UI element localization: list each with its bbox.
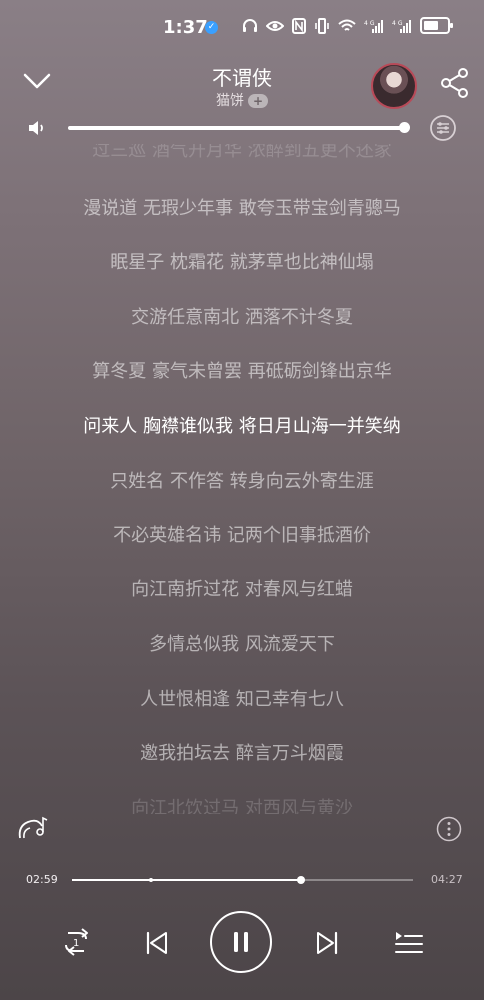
lyric-line[interactable]: 人世恨相逢 知己幸有七八 xyxy=(0,685,484,711)
lyrics-panel[interactable]: 过三巡 酒气开月华 浓醉到五更不还家 漫说道 无瑕少年事 敢夸玉带宝剑青骢马 眠… xyxy=(0,144,484,814)
artist-avatar[interactable] xyxy=(371,63,417,109)
repeat-one-icon[interactable]: 1 xyxy=(60,927,92,957)
share-icon[interactable] xyxy=(438,66,472,100)
svg-text:4G: 4G xyxy=(364,20,376,27)
signal-4g-icon: 4G xyxy=(392,19,411,33)
pause-button[interactable] xyxy=(210,911,272,973)
artist-name[interactable]: 猫饼 xyxy=(216,93,244,109)
playlist-icon[interactable] xyxy=(394,929,424,957)
lyric-line[interactable]: 不必英雄名讳 记两个旧事抵酒价 xyxy=(0,521,484,547)
nfc-icon xyxy=(292,17,306,34)
lyric-line[interactable]: 向江南折过花 对春风与红蜡 xyxy=(0,575,484,601)
total-time: 04:27 xyxy=(431,873,463,886)
lyric-line[interactable]: 交游任意南北 洒落不计冬夏 xyxy=(0,303,484,329)
lyric-line[interactable]: 漫说道 无瑕少年事 敢夸玉带宝剑青骢马 xyxy=(0,194,484,220)
app-notification-icon: ✓ xyxy=(205,21,218,34)
lyric-line[interactable]: 邀我拍坛去 醉言万斗烟霞 xyxy=(0,739,484,765)
lyric-line[interactable]: 眠星子 枕霜花 就茅草也比神仙塌 xyxy=(0,248,484,274)
lyric-line[interactable]: 算冬夏 豪气未曾罢 再砥砺剑锋出京华 xyxy=(0,357,484,383)
svg-text:4G: 4G xyxy=(392,20,404,27)
headphones-icon xyxy=(243,18,257,32)
eye-icon xyxy=(266,20,284,31)
next-track-icon[interactable] xyxy=(313,929,341,957)
signal-4g-icon: 4G xyxy=(364,19,383,33)
progress-marker xyxy=(149,878,153,882)
volume-slider[interactable] xyxy=(68,126,404,130)
previous-track-icon[interactable] xyxy=(143,929,171,957)
volume-icon[interactable] xyxy=(27,118,49,138)
equalizer-icon[interactable] xyxy=(429,114,457,142)
lyric-line[interactable]: 多情总似我 风流爱天下 xyxy=(0,630,484,656)
lyric-poster-icon[interactable] xyxy=(16,812,50,842)
repeat-one-badge: 1 xyxy=(73,938,79,949)
status-time: 1:37 xyxy=(163,17,208,38)
lyric-line[interactable]: 向江北饮过马 对西风与黄沙 xyxy=(0,794,484,814)
lyric-line[interactable]: 过三巡 酒气开月华 浓醉到五更不还家 xyxy=(0,144,484,162)
elapsed-time: 02:59 xyxy=(26,873,58,886)
lyric-line-current[interactable]: 问来人 胸襟谁似我 将日月山海一并笑纳 xyxy=(0,412,484,438)
status-icons: 4G 4G xyxy=(242,17,453,34)
more-options-icon[interactable] xyxy=(436,816,462,842)
follow-artist-button[interactable]: + xyxy=(248,94,268,108)
playback-progress-thumb[interactable] xyxy=(296,876,305,884)
battery-icon xyxy=(420,17,453,34)
vibrate-icon xyxy=(315,17,329,34)
volume-slider-thumb[interactable] xyxy=(399,122,410,133)
playback-progress-fill xyxy=(72,879,301,881)
lyric-line[interactable]: 只姓名 不作答 转身向云外寄生涯 xyxy=(0,467,484,493)
pause-icon xyxy=(234,932,248,952)
wifi-icon xyxy=(338,19,356,31)
